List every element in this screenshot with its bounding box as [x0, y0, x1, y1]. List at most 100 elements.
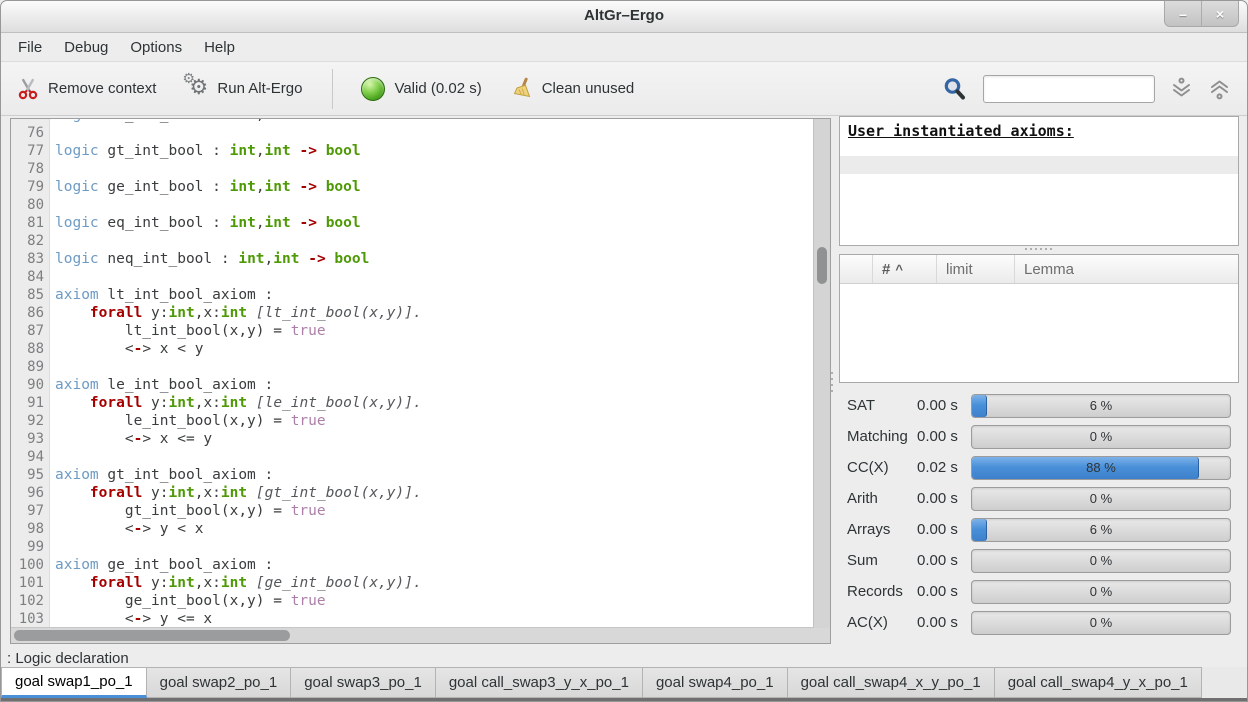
code-line: 101 forall y:int,x:int [ge_int_bool(x,y)…: [11, 574, 814, 592]
stat-time: 0.00 s: [917, 614, 971, 631]
horizontal-scrollbar[interactable]: [11, 627, 814, 643]
stat-progressbar: 0 %: [971, 549, 1231, 573]
minimize-button[interactable]: –: [1165, 1, 1201, 26]
tab-goal-call_swap4_y_x_po_1[interactable]: goal call_swap4_y_x_po_1: [995, 667, 1202, 698]
code-line: 98 <-> y < x: [11, 520, 814, 538]
status-bar: : Logic declaration: [1, 647, 129, 669]
window-title: AltGr–Ergo: [1, 7, 1247, 24]
line-number: 93: [11, 430, 50, 448]
line-number: 80: [11, 196, 50, 214]
stat-percent: 0 %: [972, 581, 1230, 603]
column-header-number[interactable]: # ^: [873, 255, 937, 283]
line-number: 85: [11, 286, 50, 304]
stat-progressbar: 0 %: [971, 580, 1231, 604]
stat-progressbar: 0 %: [971, 425, 1231, 449]
lemma-table-header: # ^ limit Lemma: [840, 255, 1238, 284]
search-input[interactable]: [983, 75, 1155, 103]
code-line: 87 lt_int_bool(x,y) = true: [11, 322, 814, 340]
line-number: 103: [11, 610, 50, 628]
code-line: 100axiom ge_int_bool_axiom :: [11, 556, 814, 574]
stat-row-ccx: CC(X)0.02 s88 %: [839, 452, 1237, 483]
app-window: AltGr–Ergo – × FileDebugOptionsHelp Remo…: [0, 0, 1248, 702]
code-text-view[interactable]: logic lt_int_bool : int,int -> bool7677l…: [11, 119, 814, 628]
stat-row-arrays: Arrays0.00 s6 %: [839, 514, 1237, 545]
stat-time: 0.00 s: [917, 521, 971, 538]
menu-debug[interactable]: Debug: [53, 35, 119, 60]
search-icon: [942, 76, 968, 102]
code-line: 85axiom lt_int_bool_axiom :: [11, 286, 814, 304]
goal-tabs-bar: goal swap1_po_1goal swap2_po_1goal swap3…: [1, 667, 1247, 701]
tab-goal-swap3_po_1[interactable]: goal swap3_po_1: [291, 667, 436, 698]
clean-unused-button[interactable]: Clean unused: [510, 77, 635, 100]
line-number: 95: [11, 466, 50, 484]
go-up-icon[interactable]: [1208, 77, 1231, 100]
toolbar: Remove context ⚙ ⚙ Run Alt-Ergo Valid (0…: [1, 61, 1247, 116]
code-line: 88 <-> x < y: [11, 340, 814, 358]
stat-progressbar: 0 %: [971, 611, 1231, 635]
sort-ascending-indicator: ^: [895, 262, 903, 277]
stat-progressbar: 6 %: [971, 394, 1231, 418]
tab-goal-call_swap3_y_x_po_1[interactable]: goal call_swap3_y_x_po_1: [436, 667, 643, 698]
line-number: 83: [11, 250, 50, 268]
code-line: 95axiom gt_int_bool_axiom :: [11, 466, 814, 484]
stat-label: Arith: [847, 490, 917, 507]
stat-time: 0.00 s: [917, 552, 971, 569]
column-header-blank[interactable]: [840, 255, 873, 283]
code-line: 79logic ge_int_bool : int,int -> bool: [11, 178, 814, 196]
valid-led-icon: [361, 77, 385, 101]
axioms-selected-row[interactable]: [840, 156, 1238, 174]
status-text: : Logic declaration: [7, 650, 129, 667]
code-line: 76: [11, 124, 814, 142]
line-number: 76: [11, 124, 50, 142]
stat-percent: 88 %: [972, 457, 1230, 479]
stat-percent: 6 %: [972, 519, 1230, 541]
tab-goal-swap2_po_1[interactable]: goal swap2_po_1: [147, 667, 292, 698]
line-number: 91: [11, 394, 50, 412]
line-number: 98: [11, 520, 50, 538]
line-number: 94: [11, 448, 50, 466]
stat-progressbar: 88 %: [971, 456, 1231, 480]
menu-bar: FileDebugOptionsHelp: [1, 33, 1247, 61]
line-number: 90: [11, 376, 50, 394]
clean-unused-label: Clean unused: [542, 80, 635, 97]
stat-progressbar: 0 %: [971, 487, 1231, 511]
code-line: 96 forall y:int,x:int [gt_int_bool(x,y)]…: [11, 484, 814, 502]
valid-label: Valid (0.02 s): [394, 80, 481, 97]
code-line: 102 ge_int_bool(x,y) = true: [11, 592, 814, 610]
tab-goal-swap1_po_1[interactable]: goal swap1_po_1: [1, 667, 147, 698]
horizontal-splitter-handle[interactable]: [839, 244, 1237, 254]
stat-label: Sum: [847, 552, 917, 569]
menu-options[interactable]: Options: [119, 35, 193, 60]
menu-help[interactable]: Help: [193, 35, 246, 60]
stat-percent: 0 %: [972, 488, 1230, 510]
code-line: 93 <-> x <= y: [11, 430, 814, 448]
menu-file[interactable]: File: [7, 35, 53, 60]
remove-context-button[interactable]: Remove context: [17, 78, 156, 100]
stat-row-arith: Arith0.00 s0 %: [839, 483, 1237, 514]
run-alt-ergo-button[interactable]: ⚙ ⚙ Run Alt-Ergo: [184, 77, 302, 101]
code-line: 82: [11, 232, 814, 250]
code-line: 91 forall y:int,x:int [le_int_bool(x,y)]…: [11, 394, 814, 412]
column-header-lemma[interactable]: Lemma: [1015, 255, 1238, 283]
stat-progressbar: 6 %: [971, 518, 1231, 542]
vertical-scrollbar-thumb[interactable]: [817, 247, 827, 284]
go-down-icon[interactable]: [1170, 77, 1193, 100]
column-header-limit[interactable]: limit: [937, 255, 1015, 283]
broom-icon: [510, 77, 533, 100]
code-line: 94: [11, 448, 814, 466]
scissors-icon: [17, 78, 39, 100]
code-line: 86 forall y:int,x:int [lt_int_bool(x,y)]…: [11, 304, 814, 322]
tab-goal-call_swap4_x_y_po_1[interactable]: goal call_swap4_x_y_po_1: [788, 667, 995, 698]
code-line: 90axiom le_int_bool_axiom :: [11, 376, 814, 394]
vertical-splitter-handle[interactable]: [828, 366, 836, 398]
stat-label: Records: [847, 583, 917, 600]
code-line: 81logic eq_int_bool : int,int -> bool: [11, 214, 814, 232]
tab-goal-swap4_po_1[interactable]: goal swap4_po_1: [643, 667, 788, 698]
horizontal-scrollbar-thumb[interactable]: [14, 630, 290, 641]
code-line: 80: [11, 196, 814, 214]
stat-percent: 0 %: [972, 612, 1230, 634]
toolbar-right-group: [942, 75, 1231, 103]
code-line: 92 le_int_bool(x,y) = true: [11, 412, 814, 430]
close-button[interactable]: ×: [1201, 1, 1238, 26]
code-editor[interactable]: logic lt_int_bool : int,int -> bool7677l…: [10, 118, 831, 644]
